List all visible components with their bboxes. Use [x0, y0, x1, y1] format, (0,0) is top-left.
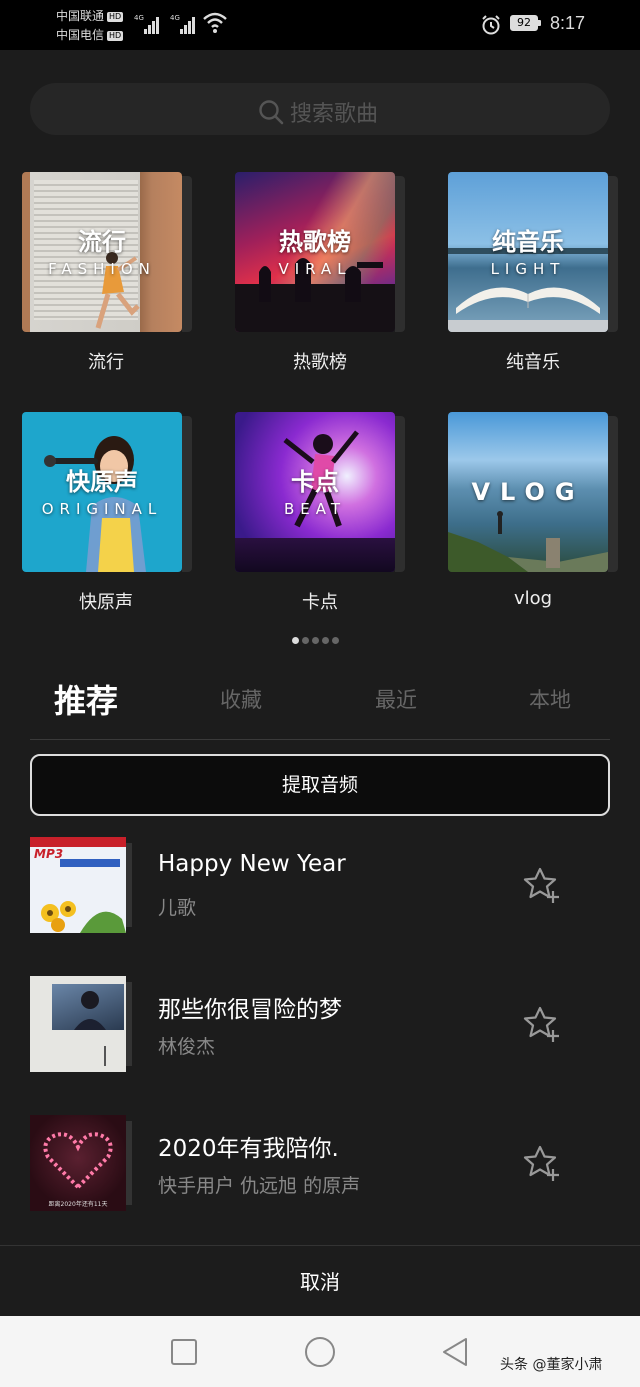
search-icon: [259, 100, 284, 125]
battery-tip: [538, 20, 541, 26]
tab-recommend[interactable]: 推荐: [54, 676, 118, 722]
cover-title: 纯音乐: [492, 228, 564, 256]
cover-vlog: VLOG: [448, 412, 608, 572]
cover-title: 热歌榜: [279, 228, 351, 256]
recents-icon[interactable]: [170, 1338, 198, 1366]
watermark: 头条 @董家小肃: [500, 1357, 603, 1373]
tab-local[interactable]: 本地: [529, 684, 571, 714]
cover-stack: [182, 176, 192, 332]
category-label: 热歌榜: [293, 352, 347, 373]
cover-subtitle: FASHION: [48, 260, 156, 278]
album-art-edge: [126, 843, 132, 927]
system-nav-bar: [0, 1316, 640, 1387]
cover-original: 快原声 ORIGINAL: [22, 412, 182, 572]
album-art: [30, 976, 126, 1072]
home-icon[interactable]: [304, 1336, 336, 1368]
album-art-text: MP3: [34, 847, 64, 861]
cover-subtitle: LIGHT: [490, 260, 566, 278]
clock: 8:17: [550, 13, 586, 33]
carrier-2: 中国电信 HD: [56, 28, 124, 42]
song-artist: 儿歌: [158, 897, 197, 919]
cover-subtitle: BEAT: [283, 500, 347, 518]
album-art-caption: 距离2020年还有11天: [48, 1201, 108, 1208]
cover-beat: 卡点 BEAT: [235, 412, 395, 572]
category-label: vlog: [513, 588, 553, 609]
cover-subtitle: ORIGINAL: [41, 500, 163, 518]
category-label: 纯音乐: [506, 352, 560, 373]
tab-favorites[interactable]: 收藏: [220, 684, 262, 714]
favorite-star-icon[interactable]: [522, 865, 562, 905]
pager-dot[interactable]: [312, 637, 319, 644]
song-row[interactable]: 距离2020年还有11天 2020年有我陪你. 快手用户 仇远旭 的原声: [0, 1115, 640, 1215]
song-row[interactable]: MP3 Happy New Year 儿歌: [0, 837, 640, 937]
song-artist: 林俊杰: [158, 1036, 216, 1058]
cover-title: 流行: [78, 228, 126, 256]
search-placeholder[interactable]: 搜索歌曲: [290, 96, 378, 128]
cover-stack: [608, 416, 618, 572]
tab-recent[interactable]: 最近: [375, 684, 417, 714]
pager-dot[interactable]: [302, 637, 309, 644]
song-title: 2020年有我陪你.: [158, 1136, 339, 1162]
signal-icon: 4G: [134, 14, 164, 34]
album-art: 距离2020年还有11天: [30, 1115, 126, 1211]
cover-title: VLOG: [471, 478, 585, 506]
pager-dot[interactable]: [292, 637, 299, 644]
cover-light: 纯音乐 LIGHT: [448, 172, 608, 332]
signal-icon-2: 4G: [170, 14, 200, 34]
alarm-icon: [482, 15, 500, 35]
cover-viral: 热歌榜 VIRAL: [235, 172, 395, 332]
category-label: 流行: [88, 352, 124, 373]
category-label: 卡点: [302, 592, 338, 613]
cover-stack: [395, 176, 405, 332]
song-title: Happy New Year: [158, 851, 346, 877]
favorite-star-icon[interactable]: [522, 1004, 562, 1044]
pager-dot[interactable]: [322, 637, 329, 644]
category-label: 快原声: [79, 592, 133, 613]
cover-title: 快原声: [66, 468, 138, 496]
cover-title: 卡点: [291, 468, 339, 496]
song-row[interactable]: 那些你很冒险的梦 林俊杰: [0, 976, 640, 1076]
tab-divider: [30, 739, 610, 740]
carrier-1: 中国联通 HD: [56, 9, 124, 23]
battery-indicator: 92: [510, 15, 538, 31]
cancel-button[interactable]: 取消: [0, 1246, 640, 1316]
cover-stack: [182, 416, 192, 572]
cover-stack: [395, 416, 405, 572]
album-art-edge: [126, 1121, 132, 1205]
extract-audio-button[interactable]: 提取音频: [30, 754, 610, 816]
song-title: 那些你很冒险的梦: [158, 997, 342, 1023]
album-art: MP3: [30, 837, 126, 933]
album-art-edge: [126, 982, 132, 1066]
pager-dot[interactable]: [332, 637, 339, 644]
cover-stack: [608, 176, 618, 332]
back-icon[interactable]: [440, 1336, 470, 1368]
song-artist: 快手用户 仇远旭 的原声: [158, 1175, 361, 1197]
status-bar: 中国联通 HD 中国电信 HD 4G 4G 92 8:17: [0, 0, 640, 50]
cover-subtitle: VIRAL: [278, 260, 352, 278]
favorite-star-icon[interactable]: [522, 1143, 562, 1183]
wifi-icon: [203, 12, 227, 33]
cover-fashion: 流行 FASHION: [22, 172, 182, 332]
